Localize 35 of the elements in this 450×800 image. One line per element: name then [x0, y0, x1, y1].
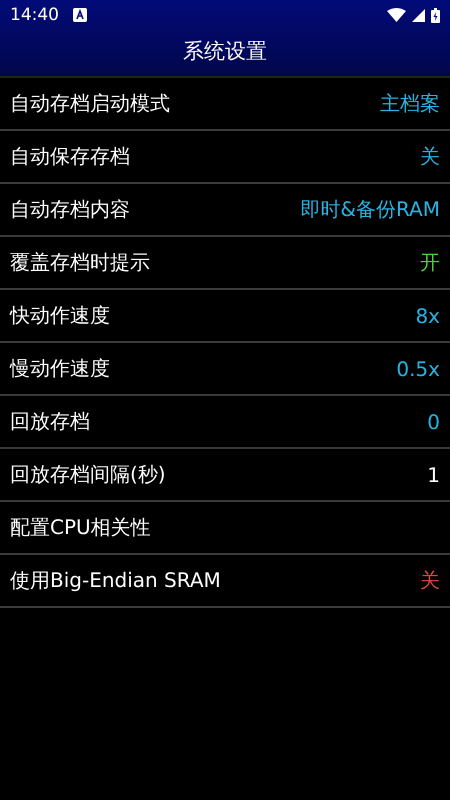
- setting-label: 快动作速度: [10, 302, 110, 329]
- setting-value: 0.5x: [396, 356, 440, 380]
- setting-label: 使用Big-Endian SRAM: [10, 567, 221, 594]
- setting-value: 开: [420, 249, 440, 276]
- setting-row[interactable]: 慢动作速度 0.5x: [0, 343, 450, 396]
- setting-value: 关: [420, 567, 440, 594]
- setting-value: 即时&备份RAM: [300, 196, 440, 223]
- setting-row[interactable]: 配置CPU相关性: [0, 502, 450, 555]
- setting-label: 回放存档间隔(秒): [10, 461, 166, 488]
- setting-value: 1: [427, 462, 440, 486]
- setting-value: 8x: [415, 304, 440, 328]
- signal-icon: [412, 8, 425, 22]
- setting-value: 关: [420, 143, 440, 170]
- setting-label: 慢动作速度: [10, 355, 110, 382]
- setting-row[interactable]: 自动保存存档 关: [0, 131, 450, 184]
- setting-row[interactable]: 回放存档间隔(秒) 1: [0, 449, 450, 502]
- screen-title: 系统设置: [182, 38, 268, 65]
- setting-label: 覆盖存档时提示: [10, 249, 150, 276]
- setting-row[interactable]: 自动存档内容 即时&备份RAM: [0, 184, 450, 237]
- setting-label: 配置CPU相关性: [10, 514, 151, 541]
- status-time: 14:40: [10, 5, 59, 25]
- setting-row[interactable]: 覆盖存档时提示 开: [0, 237, 450, 290]
- setting-value: 0: [427, 410, 440, 434]
- setting-label: 自动保存存档: [10, 143, 130, 170]
- setting-value: 主档案: [380, 90, 440, 117]
- setting-row[interactable]: 快动作速度 8x: [0, 290, 450, 343]
- setting-label: 自动存档启动模式: [10, 90, 170, 117]
- notification-icon: [73, 8, 87, 22]
- wifi-icon: [387, 8, 406, 22]
- setting-row[interactable]: 自动存档启动模式 主档案: [0, 78, 450, 131]
- battery-icon: [431, 8, 440, 22]
- setting-row[interactable]: 使用Big-Endian SRAM 关: [0, 555, 450, 608]
- setting-row[interactable]: 回放存档 0: [0, 396, 450, 449]
- setting-label: 自动存档内容: [10, 196, 130, 223]
- setting-label: 回放存档: [10, 408, 90, 435]
